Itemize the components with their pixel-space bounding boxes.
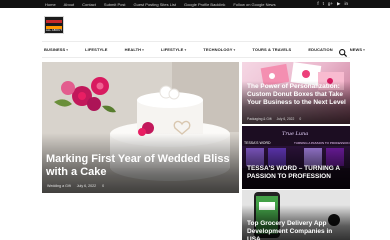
social-icons: f t g+ ▶ in (317, 0, 348, 8)
top-link-submit-post[interactable]: Submit Post (104, 2, 126, 7)
top-link-about[interactable]: About (64, 2, 74, 7)
card-category[interactable]: Packaging & Gift (247, 117, 272, 121)
hero-article[interactable]: Marking First Year of Wedded Bliss with … (42, 62, 239, 193)
main-nav: BUSINESS▾ LIFESTYLE HEALTH▾ LIFESTYLE▾ T… (42, 41, 365, 58)
nav-item-education[interactable]: EDUCATION (308, 47, 332, 52)
side-article-donut-boxes[interactable]: The Power of Personalization: Custom Don… (242, 62, 350, 124)
chevron-down-icon: ▾ (363, 48, 365, 52)
search-icon-svg (339, 49, 348, 58)
hero-comments[interactable]: 0 (102, 184, 104, 188)
twitter-icon[interactable]: t (323, 0, 324, 8)
nav-label: HEALTH (124, 47, 142, 52)
linkedin-icon[interactable]: in (344, 0, 348, 8)
top-links: Home About Contact Submit Post Guest Pos… (45, 0, 276, 8)
nav-item-tours-travels[interactable]: TOURS & TRAVELS (252, 47, 291, 52)
nav-item-lifestyle-2[interactable]: LIFESTYLE▾ (161, 47, 186, 52)
top-link-contact[interactable]: Contact (82, 2, 96, 7)
hero-category[interactable]: Wedding a Gift (47, 184, 71, 188)
nav-label: LIFESTYLE (160, 47, 184, 52)
chevron-down-icon: ▾ (66, 48, 69, 52)
hero-date: July 6, 2022 (76, 184, 97, 188)
card-title[interactable]: TESSA'S WORD – TURNING A PASSION TO PROF… (247, 165, 347, 181)
hero-title[interactable]: Marking First Year of Wedded Bliss with … (46, 153, 233, 179)
nav-item-business[interactable]: BUSINESS▾ (44, 47, 68, 52)
google-plus-icon[interactable]: g+ (328, 0, 333, 8)
top-link-google-news[interactable]: Follow on Google News (233, 2, 275, 7)
nav-label: EDUCATION (308, 47, 333, 52)
chevron-down-icon: ▾ (184, 48, 187, 52)
top-link-guest-posting[interactable]: Guest Posting Sites List (134, 2, 176, 7)
side-article-tessas-word[interactable]: True Luna TESSA'S WORD TURNING A PASSION… (242, 126, 350, 189)
facebook-icon[interactable]: f (317, 0, 318, 8)
logo-strip-red (46, 20, 62, 23)
nav-label: NEWS (349, 47, 363, 52)
card-title[interactable]: Top Grocery Delivery App Development Com… (247, 220, 347, 240)
logo-text: ALL ABOUT (45, 28, 63, 32)
card-date: July 6, 2022 (276, 117, 295, 121)
nav-label: TOURS & TRAVELS (252, 47, 292, 52)
top-link-google-profile[interactable]: Google Profile Backlink (184, 2, 225, 7)
nav-item-health[interactable]: HEALTH▾ (125, 47, 144, 52)
card-meta: Packaging & Gift July 6, 2022 0 (247, 117, 301, 121)
nav-item-technology[interactable]: TECHNOLOGY▾ (203, 47, 235, 52)
nav-label: BUSINESS (44, 47, 66, 52)
card-comments[interactable]: 0 (299, 117, 301, 121)
chevron-down-icon: ▾ (142, 48, 144, 52)
top-link-home[interactable]: Home (45, 2, 56, 7)
nav-item-news[interactable]: NEWS▾ (350, 47, 365, 52)
site-logo[interactable]: ALL ABOUT (44, 16, 64, 34)
card-title[interactable]: The Power of Personalization: Custom Don… (247, 83, 347, 107)
search-icon[interactable] (338, 45, 348, 58)
chevron-down-icon: ▾ (233, 48, 236, 52)
true-luna-overlay: True Luna (282, 131, 309, 137)
top-bar: Home About Contact Submit Post Guest Pos… (0, 0, 390, 8)
side-article-grocery-app[interactable]: Top Grocery Delivery App Development Com… (242, 190, 350, 240)
youtube-icon[interactable]: ▶ (337, 0, 340, 8)
nav-label: TECHNOLOGY (203, 47, 233, 52)
hero-meta: Wedding a Gift July 6, 2022 0 (47, 184, 104, 188)
nav-label: LIFESTYLE (85, 47, 108, 52)
nav-item-lifestyle[interactable]: LIFESTYLE (85, 47, 107, 52)
